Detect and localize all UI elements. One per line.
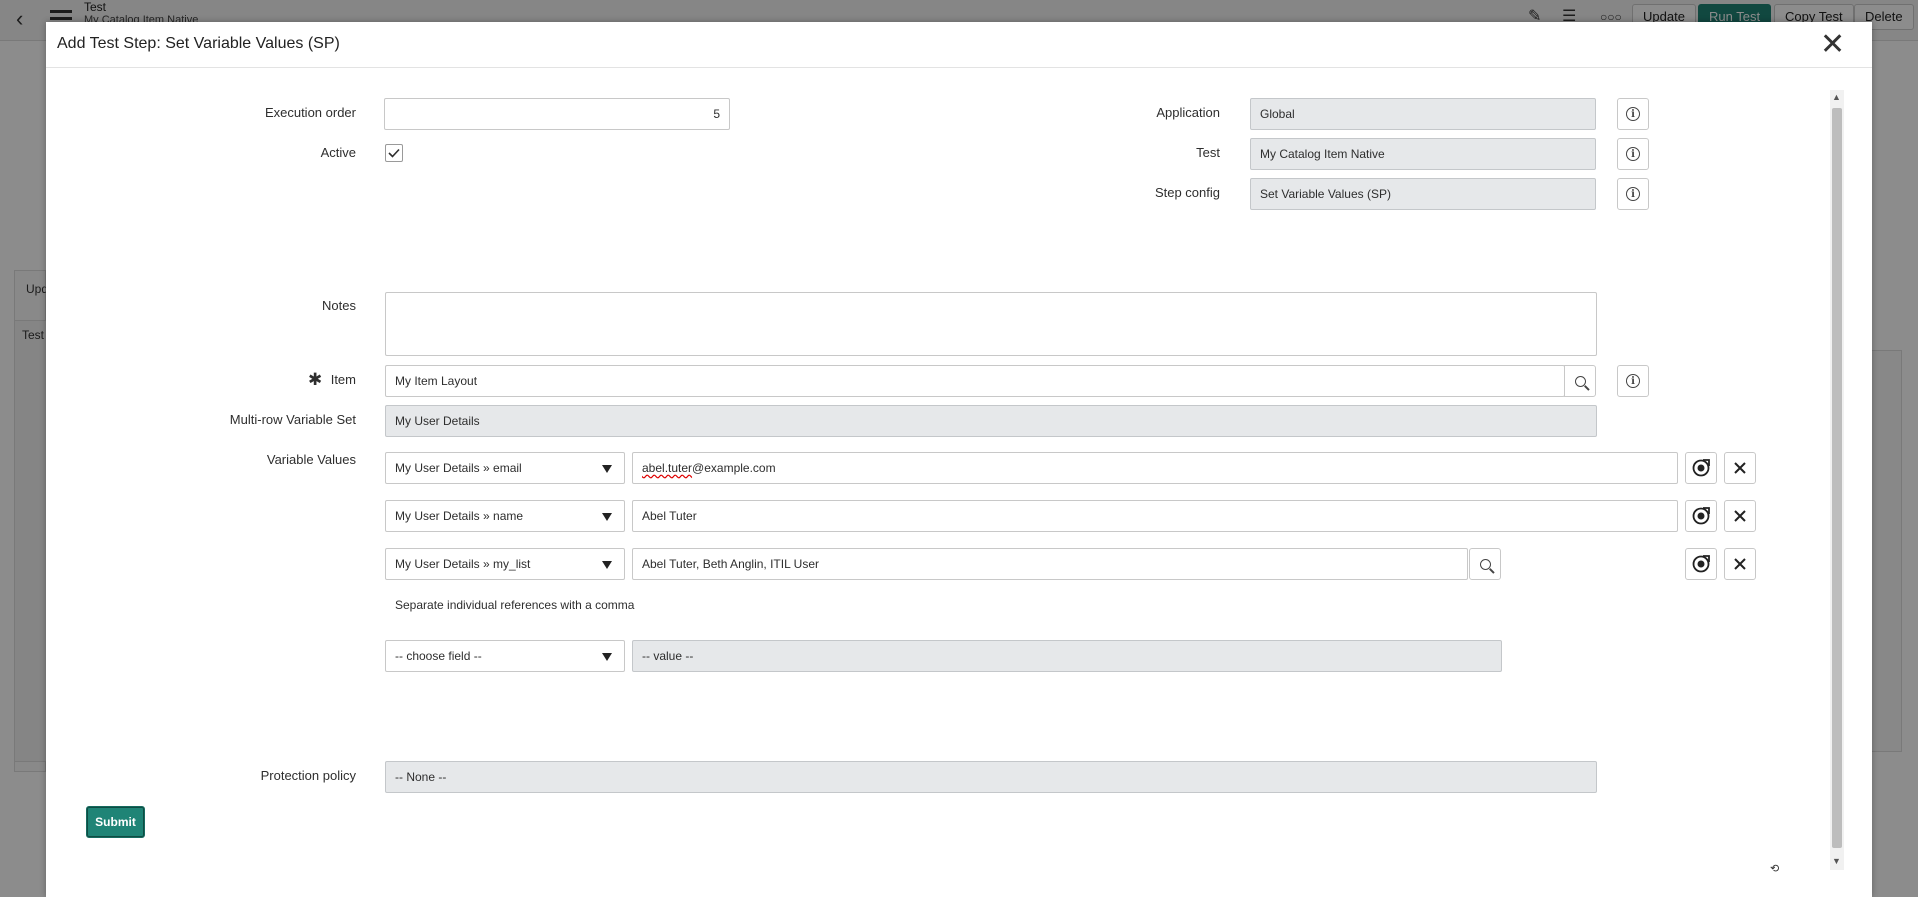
execution-order-input[interactable]: 5 bbox=[384, 98, 730, 130]
variable-value-suffix: @example.com bbox=[692, 461, 776, 475]
step-config-field: Set Variable Values (SP) bbox=[1250, 178, 1596, 210]
dropdown-caret-icon bbox=[602, 653, 612, 661]
notes-textarea[interactable] bbox=[385, 292, 1597, 356]
mrvs-label: Multi-row Variable Set bbox=[229, 412, 356, 427]
variable-value-input[interactable]: abel.tuter @example.com bbox=[632, 452, 1678, 484]
variable-field-select-value: My User Details » email bbox=[395, 461, 522, 475]
dynamic-value-button[interactable] bbox=[1685, 500, 1717, 532]
step-config-info-button[interactable]: i bbox=[1617, 178, 1649, 210]
application-field: Global bbox=[1250, 98, 1596, 130]
close-icon bbox=[1734, 510, 1746, 522]
item-info-button[interactable]: i bbox=[1617, 365, 1649, 397]
variable-field-select-value: My User Details » my_list bbox=[395, 557, 531, 571]
checkmark-icon bbox=[388, 148, 400, 158]
scroll-down-arrow-icon[interactable]: ▼ bbox=[1832, 856, 1841, 866]
modal-title: Add Test Step: Set Variable Values (SP) bbox=[57, 35, 340, 52]
application-info-button[interactable]: i bbox=[1617, 98, 1649, 130]
reference-lookup-button[interactable] bbox=[1469, 548, 1501, 580]
protection-policy-label: Protection policy bbox=[260, 768, 356, 783]
reference-help-text: Separate individual references with a co… bbox=[395, 598, 635, 612]
dynamic-value-icon bbox=[1692, 555, 1710, 573]
info-icon: i bbox=[1626, 187, 1640, 201]
choose-field-select[interactable]: -- choose field -- bbox=[385, 640, 625, 672]
dynamic-value-button[interactable] bbox=[1685, 452, 1717, 484]
notes-label: Notes bbox=[322, 298, 356, 313]
variable-value-reference-input[interactable]: Abel Tuter, Beth Anglin, ITIL User bbox=[632, 548, 1468, 580]
item-lookup-button[interactable] bbox=[1564, 365, 1596, 397]
scroll-up-arrow-icon[interactable]: ▲ bbox=[1832, 92, 1841, 102]
test-label: Test bbox=[1196, 145, 1220, 160]
execution-order-label: Execution order bbox=[264, 105, 356, 120]
submit-button[interactable]: Submit bbox=[86, 806, 145, 838]
application-label: Application bbox=[1156, 105, 1220, 120]
variable-value-prefix: abel.tuter bbox=[642, 461, 693, 475]
search-icon bbox=[1574, 375, 1586, 387]
dynamic-value-button[interactable] bbox=[1685, 548, 1717, 580]
variable-field-select[interactable]: My User Details » name bbox=[385, 500, 625, 532]
mrvs-field: My User Details bbox=[385, 405, 1597, 437]
test-field: My Catalog Item Native bbox=[1250, 138, 1596, 170]
new-value-input: -- value -- bbox=[632, 640, 1502, 672]
dropdown-caret-icon bbox=[602, 465, 612, 473]
dynamic-value-icon bbox=[1692, 459, 1710, 477]
remove-row-button[interactable] bbox=[1724, 500, 1756, 532]
test-info-button[interactable]: i bbox=[1617, 138, 1649, 170]
remove-row-button[interactable] bbox=[1724, 452, 1756, 484]
add-test-step-modal: Add Test Step: Set Variable Values (SP) … bbox=[46, 22, 1872, 897]
item-reference-input[interactable]: My Item Layout bbox=[385, 365, 1565, 397]
remove-row-button[interactable] bbox=[1724, 548, 1756, 580]
dynamic-value-icon bbox=[1692, 507, 1710, 525]
info-icon: i bbox=[1626, 374, 1640, 388]
info-icon: i bbox=[1626, 107, 1640, 121]
variable-field-select[interactable]: My User Details » my_list bbox=[385, 548, 625, 580]
dropdown-caret-icon bbox=[602, 513, 612, 521]
active-label: Active bbox=[320, 145, 356, 160]
variable-field-select[interactable]: My User Details » email bbox=[385, 452, 625, 484]
variable-values-label: Variable Values bbox=[266, 452, 356, 467]
step-config-label: Step config bbox=[1154, 185, 1220, 200]
close-icon[interactable]: ✕ bbox=[1820, 30, 1845, 60]
resize-handle-icon[interactable]: ⟲ bbox=[1770, 862, 1779, 875]
info-icon: i bbox=[1626, 147, 1640, 161]
close-icon bbox=[1734, 462, 1746, 474]
scrollbar-thumb[interactable] bbox=[1832, 108, 1842, 848]
protection-policy-field: -- None -- bbox=[385, 761, 1597, 793]
search-icon bbox=[1479, 558, 1491, 570]
item-label: Item bbox=[330, 372, 356, 387]
dropdown-caret-icon bbox=[602, 561, 612, 569]
active-checkbox[interactable] bbox=[385, 144, 403, 162]
close-icon bbox=[1734, 558, 1746, 570]
variable-value-input[interactable]: Abel Tuter bbox=[632, 500, 1678, 532]
choose-field-placeholder: -- choose field -- bbox=[395, 649, 482, 663]
modal-header: Add Test Step: Set Variable Values (SP) … bbox=[46, 22, 1872, 68]
variable-field-select-value: My User Details » name bbox=[395, 509, 524, 523]
